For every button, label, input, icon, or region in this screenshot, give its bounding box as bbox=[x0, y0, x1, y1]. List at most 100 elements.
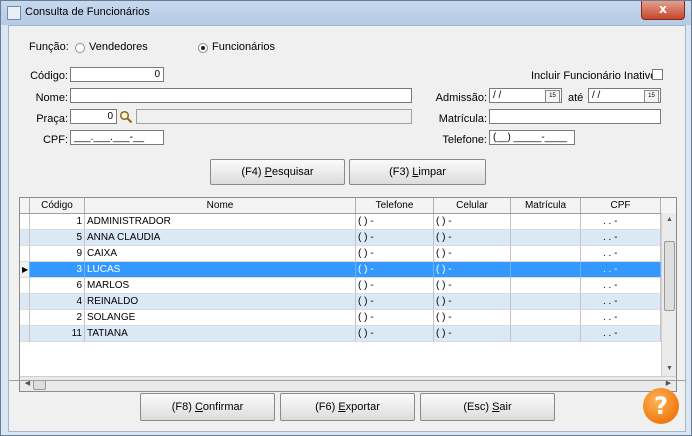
sair-button[interactable]: (Esc) Sair bbox=[420, 393, 555, 421]
confirmar-label-pre: (F8) bbox=[171, 401, 195, 413]
cell-celular: ( ) - bbox=[434, 294, 511, 310]
confirmar-button[interactable]: (F8) Confirmar bbox=[140, 393, 275, 421]
table-row[interactable]: 9 CAIXA ( ) - ( ) - . . - bbox=[20, 246, 661, 262]
cell-codigo: 4 bbox=[30, 294, 85, 310]
pesquisar-button[interactable]: (F4) Pesquisar bbox=[210, 159, 345, 185]
admissao-inicio-input[interactable]: / / 15 bbox=[489, 88, 562, 103]
table-row[interactable]: 11 TATIANA ( ) - ( ) - . . - bbox=[20, 326, 661, 342]
cell-cpf: . . - bbox=[581, 278, 661, 294]
vertical-scrollbar[interactable]: ▲ ▼ bbox=[661, 213, 676, 376]
vertical-scroll-thumb[interactable] bbox=[664, 241, 675, 311]
cell-cpf: . . - bbox=[581, 294, 661, 310]
row-indicator bbox=[20, 294, 30, 310]
cell-nome: REINALDO bbox=[85, 294, 356, 310]
cell-telefone: ( ) - bbox=[356, 246, 434, 262]
help-icon[interactable]: ? bbox=[643, 388, 679, 424]
search-icon[interactable] bbox=[119, 110, 133, 124]
radio-funcionarios[interactable] bbox=[198, 43, 208, 53]
cell-celular: ( ) - bbox=[434, 310, 511, 326]
cell-matricula bbox=[511, 214, 581, 230]
header-telefone[interactable]: Telefone bbox=[356, 198, 434, 213]
cell-matricula bbox=[511, 310, 581, 326]
inativo-label: Incluir Funcionário Inativo: bbox=[531, 70, 660, 82]
telefone-input[interactable]: (__) _____-____ bbox=[489, 130, 575, 145]
row-indicator bbox=[20, 230, 30, 246]
sair-label-post: air bbox=[499, 401, 512, 413]
limpar-label-pre: (F3) bbox=[389, 166, 413, 178]
confirmar-label-key: C bbox=[194, 401, 203, 413]
cell-nome: MARLOS bbox=[85, 278, 356, 294]
exportar-label-post: xportar bbox=[345, 401, 380, 413]
table-row[interactable]: 6 MARLOS ( ) - ( ) - . . - bbox=[20, 278, 661, 294]
cell-nome: CAIXA bbox=[85, 246, 356, 262]
exportar-button[interactable]: (F6) Exportar bbox=[280, 393, 415, 421]
cell-celular: ( ) - bbox=[434, 214, 511, 230]
admissao-fim-value: / / bbox=[592, 90, 601, 101]
pesquisar-label-key: P bbox=[264, 166, 272, 178]
matricula-input[interactable] bbox=[489, 109, 661, 124]
praca-input[interactable]: 0 bbox=[70, 109, 117, 124]
cell-telefone: ( ) - bbox=[356, 326, 434, 342]
cell-codigo: 2 bbox=[30, 310, 85, 326]
pesquisar-label-pre: (F4) bbox=[241, 166, 265, 178]
header-celular[interactable]: Celular bbox=[434, 198, 511, 213]
funcionarios-grid[interactable]: Código Nome Telefone Celular Matrícula C… bbox=[19, 197, 677, 392]
inativo-checkbox[interactable] bbox=[652, 69, 663, 80]
cell-codigo: 1 bbox=[30, 214, 85, 230]
scroll-down-icon[interactable]: ▼ bbox=[662, 362, 676, 376]
radio-funcionarios-label[interactable]: Funcionários bbox=[212, 41, 275, 53]
cell-matricula bbox=[511, 246, 581, 262]
radio-vendedores[interactable] bbox=[75, 43, 85, 53]
calendar-icon[interactable]: 15 bbox=[644, 90, 659, 102]
header-cpf[interactable]: CPF bbox=[581, 198, 661, 213]
cell-matricula bbox=[511, 230, 581, 246]
table-row[interactable]: 4 REINALDO ( ) - ( ) - . . - bbox=[20, 294, 661, 310]
title-bar[interactable]: Consulta de Funcionários x bbox=[1, 1, 691, 25]
scroll-up-icon[interactable]: ▲ bbox=[662, 213, 676, 227]
cell-matricula bbox=[511, 326, 581, 342]
row-indicator bbox=[20, 278, 30, 294]
window-title: Consulta de Funcionários bbox=[25, 6, 150, 18]
cell-nome: TATIANA bbox=[85, 326, 356, 342]
cell-cpf: . . - bbox=[581, 230, 661, 246]
close-button[interactable]: x bbox=[641, 1, 685, 20]
confirmar-label-post: onfirmar bbox=[202, 401, 244, 413]
header-codigo[interactable]: Código bbox=[30, 198, 85, 213]
cell-nome: SOLANGE bbox=[85, 310, 356, 326]
table-row[interactable]: 5 ANNA CLAUDIA ( ) - ( ) - . . - bbox=[20, 230, 661, 246]
header-nome[interactable]: Nome bbox=[85, 198, 356, 213]
cell-codigo: 3 bbox=[30, 262, 85, 278]
exportar-label-key: E bbox=[338, 401, 346, 413]
table-row[interactable]: 1 ADMINISTRADOR ( ) - ( ) - . . - bbox=[20, 214, 661, 230]
row-indicator-arrow-icon: ▶ bbox=[20, 262, 30, 278]
app-icon bbox=[7, 6, 21, 20]
cpf-input[interactable]: ___.___.___-__ bbox=[70, 130, 164, 145]
calendar-icon[interactable]: 15 bbox=[545, 90, 560, 102]
admissao-fim-input[interactable]: / / 15 bbox=[588, 88, 661, 103]
horizontal-scroll-thumb[interactable] bbox=[33, 380, 46, 390]
telefone-label: Telefone: bbox=[442, 134, 487, 146]
praca-label: Praça: bbox=[36, 113, 68, 125]
table-row[interactable]: 2 SOLANGE ( ) - ( ) - . . - bbox=[20, 310, 661, 326]
row-indicator bbox=[20, 214, 30, 230]
limpar-button[interactable]: (F3) Limpar bbox=[349, 159, 486, 185]
praca-descricao bbox=[136, 109, 412, 124]
cell-celular: ( ) - bbox=[434, 326, 511, 342]
codigo-input[interactable]: 0 bbox=[70, 67, 164, 82]
table-row-selected[interactable]: ▶ 3 LUCAS ( ) - ( ) - . . - bbox=[20, 262, 661, 278]
nome-input[interactable] bbox=[70, 88, 412, 103]
horizontal-scrollbar[interactable]: ◀ ▶ bbox=[20, 376, 676, 391]
cell-matricula bbox=[511, 278, 581, 294]
cell-cpf: . . - bbox=[581, 214, 661, 230]
cell-codigo: 6 bbox=[30, 278, 85, 294]
header-matricula[interactable]: Matrícula bbox=[511, 198, 581, 213]
cell-codigo: 11 bbox=[30, 326, 85, 342]
cpf-label: CPF: bbox=[42, 134, 68, 146]
dialog-body: Função: Vendedores Funcionários Código: … bbox=[8, 25, 686, 432]
cell-telefone: ( ) - bbox=[356, 278, 434, 294]
cell-codigo: 9 bbox=[30, 246, 85, 262]
cell-telefone: ( ) - bbox=[356, 230, 434, 246]
radio-vendedores-label[interactable]: Vendedores bbox=[89, 41, 148, 53]
cell-celular: ( ) - bbox=[434, 230, 511, 246]
cell-celular: ( ) - bbox=[434, 262, 511, 278]
